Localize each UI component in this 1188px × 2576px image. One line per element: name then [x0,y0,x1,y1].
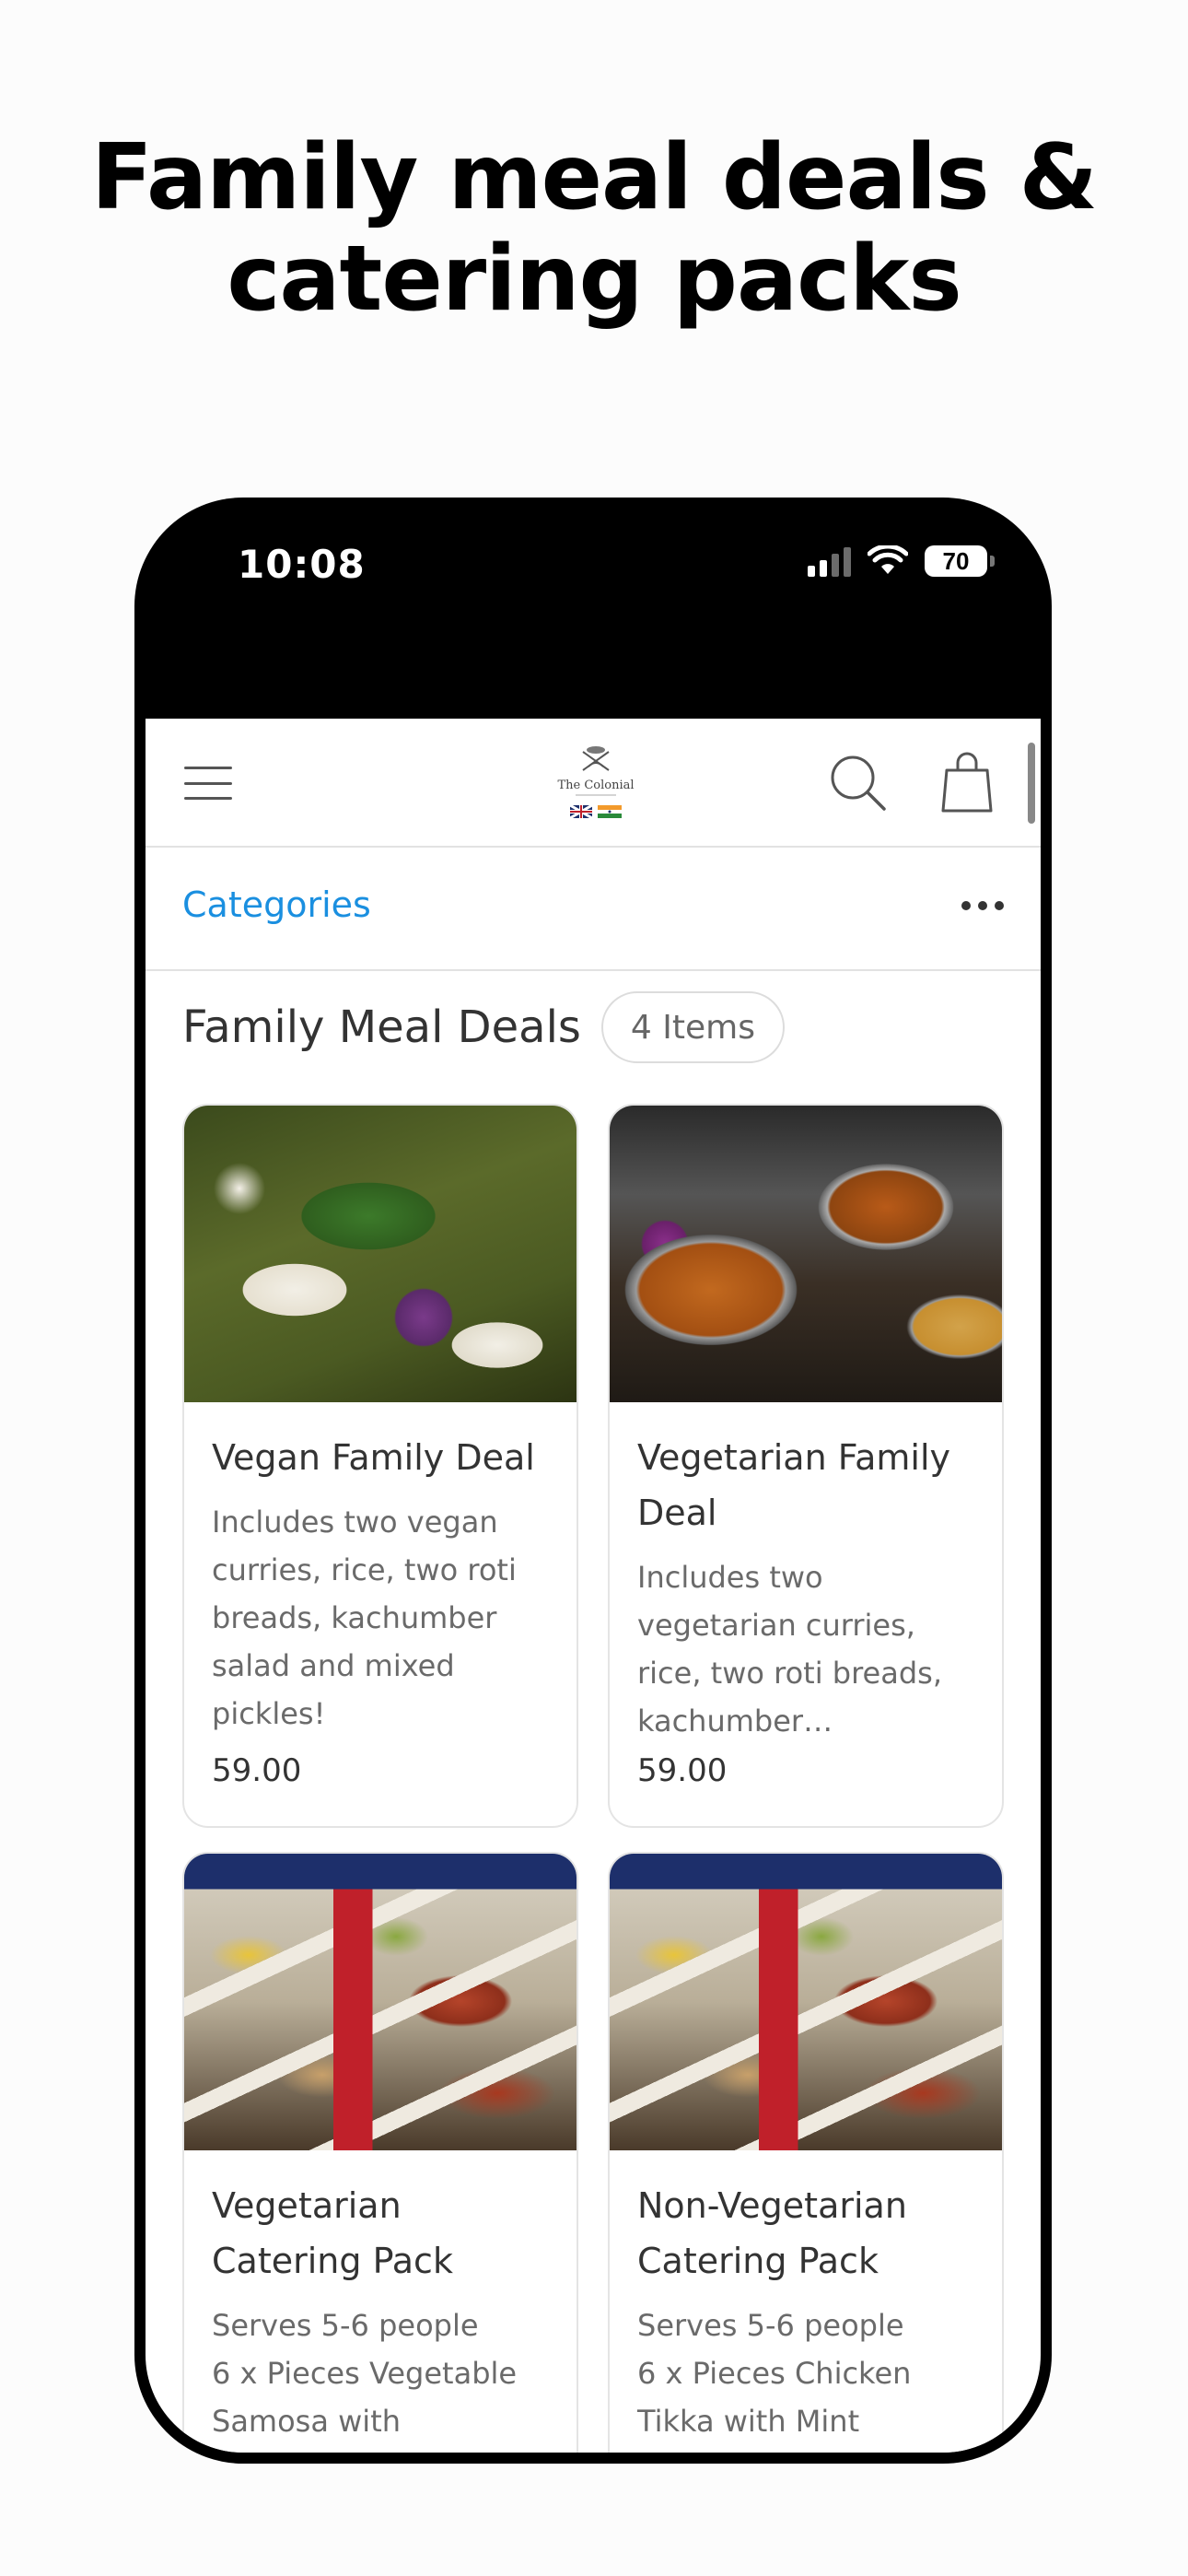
product-card[interactable]: Vegetarian Family Deal Includes two vege… [608,1104,1004,1828]
product-description: Serves 5-6 people 6 x Pieces Vegetable S… [212,2308,518,2453]
product-image [184,1106,577,1402]
headline-line-1: Family meal deals & [90,125,1098,230]
section-header: Family Meal Deals 4 Items [182,991,785,1063]
product-description: Includes two vegetarian curries, rice, t… [637,1560,942,1739]
promo-headline: Family meal deals & catering packs [0,127,1188,330]
section-title: Family Meal Deals [182,1001,581,1053]
item-count-badge: 4 Items [600,991,785,1063]
product-image [610,1106,1002,1402]
product-description: Serves 5-6 people 6 x Pieces Chicken Tik… [637,2308,912,2453]
product-name: Vegan Family Deal [212,1437,535,1478]
scrollbar[interactable] [1028,743,1035,824]
product-price: 59.00 [637,1752,728,1789]
headline-line-2: catering packs [227,227,961,332]
product-card[interactable]: Non-Vegetarian Catering Pack Serves 5-6 … [608,1852,1004,2453]
restaurant-logo[interactable]: The Colonial [555,739,636,827]
product-price: 59.00 [212,1752,302,1789]
status-icons: 70 [808,545,995,577]
search-icon[interactable] [827,752,888,813]
battery-icon: 70 [925,545,995,577]
wifi-icon [868,545,908,574]
svg-text:The Colonial: The Colonial [557,779,634,792]
product-name: Vegetarian Family Deal [637,1437,951,1533]
product-image [184,1854,577,2150]
category-bar: Categories [146,848,1041,971]
product-image [610,1854,1002,2150]
top-nav-bar: The Colonial [146,719,1041,848]
cellular-signal-icon [808,545,851,577]
product-description: Includes two vegan curries, rice, two ro… [212,1505,517,1731]
menu-icon[interactable] [184,767,232,800]
product-name: Non-Vegetarian Catering Pack [637,2185,907,2281]
product-name: Vegetarian Catering Pack [212,2185,453,2281]
product-card[interactable]: Vegan Family Deal Includes two vegan cur… [182,1104,578,1828]
categories-link[interactable]: Categories [182,884,371,925]
product-card[interactable]: Vegetarian Catering Pack Serves 5-6 peop… [182,1852,578,2453]
status-time: 10:08 [238,542,366,587]
phone-frame: 10:08 70 The Colonial Categories Family … [134,498,1052,2464]
more-options-icon[interactable] [961,901,1004,910]
app-screen: The Colonial Categories Family Meal Deal… [146,719,1041,2453]
shopping-bag-icon[interactable] [939,750,995,814]
